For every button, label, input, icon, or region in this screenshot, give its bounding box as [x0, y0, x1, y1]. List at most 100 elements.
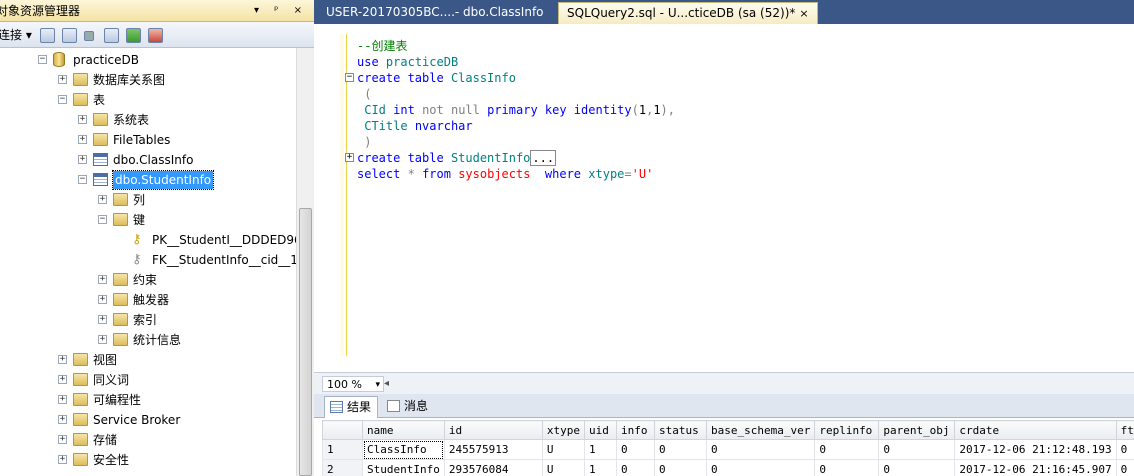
collapse-icon[interactable]: − — [38, 55, 47, 64]
row-number[interactable]: 2 — [322, 459, 363, 476]
table-cell[interactable]: U — [541, 459, 585, 476]
collapse-icon[interactable]: − — [345, 73, 354, 82]
tree-node[interactable]: + 数据库关系图 — [0, 70, 296, 90]
row-number[interactable]: 1 — [322, 439, 363, 460]
table-cell[interactable]: 0 — [814, 459, 880, 476]
tree-node[interactable]: + 触发器 — [0, 290, 296, 310]
sql-editor[interactable]: --创建表 use practiceDB − create table ClassIn… — [314, 24, 1134, 372]
connect-server-icon[interactable] — [40, 26, 55, 44]
column-header[interactable]: status — [653, 420, 707, 440]
table-cell[interactable]: 0 — [615, 459, 655, 476]
expand-icon[interactable]: + — [98, 275, 107, 284]
expand-icon[interactable]: + — [98, 295, 107, 304]
column-header[interactable]: replinfo — [814, 420, 880, 440]
column-header[interactable]: ftcat — [1115, 420, 1134, 440]
tab-sqlquery2[interactable]: SQLQuery2.sql - U...cticeDB (sa (52))* × — [558, 2, 818, 24]
tree-node[interactable]: + FileTables — [0, 130, 296, 150]
refresh-icon[interactable] — [126, 26, 141, 44]
disconnect-icon[interactable] — [62, 26, 77, 44]
column-header[interactable]: base_schema_ver — [705, 420, 816, 440]
table-cell[interactable]: 293576084 — [443, 459, 543, 476]
tree-node[interactable]: + 列 — [0, 190, 296, 210]
tree-node[interactable]: + 可编程性 — [0, 390, 296, 410]
tree-node[interactable]: ⚷ PK__StudentI__DDDED96B — [0, 230, 296, 250]
collapsed-region[interactable]: ... — [530, 150, 557, 166]
scroll-left-icon[interactable]: ◂ — [384, 376, 389, 392]
expand-icon[interactable]: + — [98, 315, 107, 324]
column-header[interactable]: name — [362, 420, 445, 440]
column-header[interactable]: xtype — [541, 420, 585, 440]
tree-node[interactable]: + dbo.ClassInfo — [0, 150, 296, 170]
tree-node[interactable]: + 视图 — [0, 350, 296, 370]
tree-node[interactable]: + 统计信息 — [0, 330, 296, 350]
collapse-icon[interactable]: − — [78, 175, 87, 184]
table-row[interactable]: 2 StudentInfo 293576084 U 1 0 0 0 0 0 2017-12-06 2… — [322, 459, 1134, 476]
tree-node[interactable]: ⚷ FK__StudentInfo__cid__145 — [0, 250, 296, 270]
table-cell[interactable]: 0 — [1115, 459, 1134, 476]
tree-node[interactable]: − practiceDB — [0, 50, 296, 70]
zoom-select[interactable]: 100 % ▾ — [322, 376, 384, 392]
tree-node[interactable]: + 同义词 — [0, 370, 296, 390]
column-header[interactable]: info — [615, 420, 655, 440]
table-cell[interactable]: 0 — [878, 459, 956, 476]
tab-results[interactable]: 结果 — [324, 396, 379, 418]
expand-icon[interactable]: + — [78, 155, 87, 164]
table-cell[interactable]: 0 — [653, 439, 707, 460]
table-cell[interactable]: 245575913 — [443, 439, 543, 460]
table-cell[interactable]: 0 — [878, 439, 956, 460]
expand-icon[interactable]: + — [58, 375, 67, 384]
stop-icon[interactable] — [84, 26, 94, 44]
table-cell[interactable]: 2017-12-06 21:12:48.193 — [954, 439, 1117, 460]
expand-icon[interactable]: + — [58, 395, 67, 404]
column-header[interactable]: crdate — [954, 420, 1117, 440]
expand-icon[interactable]: + — [58, 355, 67, 364]
tree-scrollbar-thumb[interactable] — [299, 208, 312, 476]
table-cell[interactable]: 0 — [653, 459, 707, 476]
tree-scrollbar[interactable] — [296, 48, 314, 476]
table-cell[interactable]: 2017-12-06 21:16:45.907 — [954, 459, 1117, 476]
tree-node[interactable]: − 表 — [0, 90, 296, 110]
column-header[interactable]: parent_obj — [878, 420, 956, 440]
table-cell[interactable]: 0 — [1115, 439, 1134, 460]
table-cell[interactable]: ClassInfo — [362, 439, 445, 460]
table-cell[interactable]: 1 — [583, 439, 617, 460]
tree-node[interactable]: + 存储 — [0, 430, 296, 450]
column-header[interactable]: uid — [583, 420, 617, 440]
code-token: ) — [357, 135, 372, 149]
tree-node[interactable]: + 系统表 — [0, 110, 296, 130]
table-cell[interactable]: U — [541, 439, 585, 460]
tree-node[interactable]: + 索引 — [0, 310, 296, 330]
panel-window-buttons[interactable]: ▾ ᵖ × — [254, 0, 308, 21]
table-cell[interactable]: StudentInfo — [362, 459, 445, 476]
tree-node[interactable]: + Service Broker — [0, 410, 296, 430]
tree-node[interactable]: − dbo.StudentInfo — [0, 170, 296, 190]
tab-messages[interactable]: 消息 — [382, 396, 434, 418]
expand-icon[interactable]: + — [58, 455, 67, 464]
expand-icon[interactable]: + — [78, 135, 87, 144]
expand-icon[interactable]: + — [98, 335, 107, 344]
tree-node[interactable]: + 安全性 — [0, 450, 296, 470]
expand-icon[interactable]: + — [78, 115, 87, 124]
table-cell[interactable]: 1 — [583, 459, 617, 476]
column-header[interactable]: id — [443, 420, 543, 440]
tree-node[interactable]: − 键 — [0, 210, 296, 230]
table-cell[interactable]: 0 — [705, 459, 816, 476]
column-header[interactable] — [322, 420, 363, 440]
activity-monitor-icon[interactable] — [148, 26, 163, 44]
expand-icon[interactable]: + — [98, 195, 107, 204]
collapse-icon[interactable]: − — [98, 215, 107, 224]
table-row[interactable]: 1 ClassInfo 245575913 U 1 0 0 0 0 0 2017-12-06 21:… — [322, 439, 1134, 460]
expand-icon[interactable]: + — [58, 435, 67, 444]
filter-icon[interactable] — [104, 26, 119, 44]
table-cell[interactable]: 0 — [705, 439, 816, 460]
expand-icon[interactable]: + — [58, 75, 67, 84]
table-cell[interactable]: 0 — [814, 439, 880, 460]
close-icon[interactable]: × — [799, 7, 808, 20]
collapse-icon[interactable]: − — [58, 95, 67, 104]
connect-button[interactable]: 连接 ▾ — [0, 26, 32, 44]
tree-node[interactable]: + 约束 — [0, 270, 296, 290]
expand-icon[interactable]: + — [58, 415, 67, 424]
table-cell[interactable]: 0 — [615, 439, 655, 460]
expand-icon[interactable]: + — [345, 153, 354, 162]
tab-classinfo[interactable]: USER-20170305BC....- dbo.ClassInfo — [318, 2, 552, 24]
